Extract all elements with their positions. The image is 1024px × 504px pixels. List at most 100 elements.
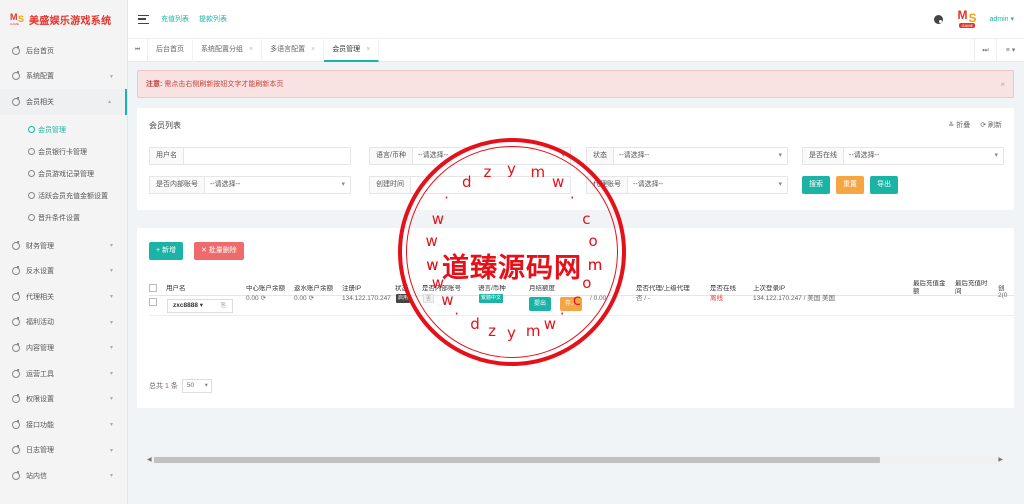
created-time-input[interactable] — [411, 177, 570, 193]
select-value[interactable]: --请选择-- — [628, 177, 787, 193]
username-field[interactable]: 用户名 — [149, 147, 351, 165]
chevron-down-icon: ▾ — [109, 473, 113, 480]
sidebar-item-permissions[interactable]: 权限设置 ▾ — [0, 386, 127, 412]
sidebar-item-label: 代理相关 — [26, 293, 54, 301]
scroll-left-icon[interactable]: ◀ — [147, 456, 152, 464]
tab-scroll-right-icon[interactable]: ⏭ — [974, 39, 996, 63]
sidebar-item-label: 会员相关 — [26, 98, 54, 106]
created-time-field[interactable]: 创建时间 — [369, 176, 571, 194]
sidebar: M S GAME 美盛娱乐游戏系统 后台首页 系统配置 ▾ 会员相关 ▾ 会员管理 … — [0, 0, 128, 504]
online-select[interactable]: 是否在线 --请选择-- — [802, 147, 1004, 165]
sidebar-item-ops-tools[interactable]: 运营工具 ▾ — [0, 361, 127, 387]
select-all-checkbox[interactable] — [149, 284, 157, 292]
brand-logo[interactable]: M S GAME 美盛娱乐游戏系统 — [0, 0, 127, 38]
scroll-right-icon[interactable]: ▶ — [998, 456, 1003, 464]
limit-out-button[interactable]: 提出 — [529, 297, 552, 311]
refresh-button[interactable]: ⟳ 刷新 — [980, 122, 1002, 129]
language-currency-select[interactable]: 语言/币种 --请选择-- — [369, 147, 571, 165]
submenu-bank-cards[interactable]: 会员银行卡管理 — [0, 141, 127, 163]
batch-delete-button[interactable]: ✕ 批量删除 — [194, 242, 244, 260]
refresh-icon[interactable]: ⟳ — [260, 295, 265, 302]
page-size-select[interactable]: 50 — [181, 379, 212, 393]
palette-icon[interactable] — [934, 14, 944, 24]
last-login-ip: 134.122.170.247 / 美国 美国 — [753, 295, 836, 302]
chevron-down-icon: ▾ — [109, 242, 113, 249]
total-prefix: 总共 — [149, 383, 163, 390]
submenu-active-deposit-settings[interactable]: 活跃会员充值金额设置 — [0, 185, 127, 207]
reset-button[interactable]: 重置 — [836, 176, 864, 194]
close-icon[interactable]: × — [249, 46, 253, 53]
scrollbar-thumb[interactable] — [154, 457, 880, 463]
export-button[interactable]: 导出 — [870, 176, 898, 194]
menu-toggle-icon[interactable] — [138, 14, 149, 24]
tab-menu-icon[interactable]: ≡ ▾ — [996, 39, 1024, 63]
sidebar-item-members[interactable]: 会员相关 ▾ — [0, 89, 127, 115]
add-button[interactable]: + 新增 — [149, 242, 184, 260]
avatar[interactable]: M S GAME — [957, 8, 983, 30]
copy-icon[interactable]: ⎘ — [221, 300, 226, 312]
tab-system-config-group[interactable]: 系统配置分组 × — [193, 38, 263, 62]
sidebar-item-logs[interactable]: 日志管理 ▾ — [0, 438, 127, 464]
field-label: 是否内部账号 — [150, 177, 205, 193]
sidebar-item-finance[interactable]: 财务管理 ▾ — [0, 233, 127, 259]
select-value[interactable]: --请选择-- — [413, 148, 570, 164]
select-value[interactable]: --请选择-- — [844, 148, 1003, 164]
status-select[interactable]: 状态 --请选择-- — [586, 147, 788, 165]
submenu-member-management[interactable]: 会员管理 — [0, 119, 127, 141]
close-icon[interactable]: × — [366, 46, 370, 53]
menu-icon — [12, 419, 20, 429]
refresh-icon[interactable]: ⟳ — [308, 295, 313, 302]
fold-button[interactable]: ≚ 折叠 — [948, 122, 970, 129]
status-toggle[interactable]: 启用 — [396, 294, 411, 303]
member-table-panel: + 新增 ✕ 批量删除 用户名 中心账户余额 返水账户余额 注册IP 状态 是否… — [137, 228, 1014, 408]
tab-scroll-left-icon[interactable]: ⏮ — [128, 38, 148, 62]
sidebar-item-content[interactable]: 内容管理 ▾ — [0, 335, 127, 361]
chevron-down-icon: ▾ — [109, 73, 113, 80]
close-icon[interactable]: × — [311, 46, 315, 53]
sidebar-item-home[interactable]: 后台首页 — [0, 38, 127, 64]
pagination: 总共 1 条 50 — [149, 379, 212, 393]
agent-account-select[interactable]: 代理账号 --请选择-- — [586, 176, 788, 194]
limit-in-button[interactable]: 存入 — [560, 297, 583, 311]
sidebar-item-agents[interactable]: 代理相关 ▾ — [0, 284, 127, 310]
username-input[interactable] — [184, 148, 350, 164]
submenu-icon — [28, 148, 35, 156]
alert-text: 需点击右侧刷新按钮文字才能刷新本页 — [164, 81, 284, 88]
field-label: 语言/币种 — [370, 148, 413, 164]
tab-multilang-config[interactable]: 多语言配置 × — [262, 38, 325, 62]
sidebar-item-api[interactable]: 接口功能 ▾ — [0, 412, 127, 438]
tab-home[interactable]: 后台首页 — [148, 38, 193, 62]
watermark-char: c — [582, 209, 591, 228]
notice-alert: 注意: 需点击右侧刷新按钮文字才能刷新本页 × — [137, 70, 1014, 98]
username-dropdown[interactable]: zxc8888 ▾ ⎘ — [167, 299, 233, 313]
sidebar-item-promotions[interactable]: 福利活动 ▾ — [0, 310, 127, 336]
header-link-withdrawals[interactable]: 提款列表 — [199, 14, 227, 24]
select-value[interactable]: --请选择-- — [614, 148, 787, 164]
submenu-game-records[interactable]: 会员游戏记录管理 — [0, 163, 127, 185]
field-label: 是否在线 — [803, 148, 844, 164]
internal-toggle[interactable]: 否 — [423, 294, 435, 303]
row-checkbox[interactable] — [149, 298, 157, 306]
close-icon[interactable]: × — [1000, 80, 1005, 89]
panel-tools: ≚ 折叠 ⟳ 刷新 — [940, 120, 1002, 130]
horizontal-scrollbar[interactable]: ◀ ▶ — [146, 456, 1004, 464]
search-button[interactable]: 搜索 — [802, 176, 830, 194]
menu-icon — [12, 368, 20, 378]
username-value: zxc8888 ▾ — [173, 302, 204, 309]
submenu-label: 会员管理 — [38, 126, 66, 134]
sidebar-item-label: 财务管理 — [26, 242, 54, 250]
submenu-icon — [28, 170, 35, 178]
user-menu[interactable]: admin ▾ — [989, 15, 1014, 23]
header-link-deposits[interactable]: 充值列表 — [161, 14, 189, 24]
menu-icon — [12, 240, 20, 250]
sidebar-item-messages[interactable]: 站内信 ▾ — [0, 463, 127, 489]
center-balance-value: 0.00 — [246, 295, 259, 302]
select-value[interactable]: --请选择-- — [205, 177, 350, 193]
internal-account-select[interactable]: 是否内部账号 --请选择-- — [149, 176, 351, 194]
submenu-promotion-conditions[interactable]: 晋升条件设置 — [0, 207, 127, 229]
sidebar-item-system-config[interactable]: 系统配置 ▾ — [0, 64, 127, 90]
table-row: zxc8888 ▾ ⎘ 0.00 ⟳ 0.00 ⟳ 134.122.170.24… — [149, 292, 1014, 316]
column-header: 最后充值时间 — [955, 280, 988, 295]
tab-member-management[interactable]: 会员管理 × — [324, 38, 380, 62]
sidebar-item-rebate[interactable]: 反水设置 ▾ — [0, 258, 127, 284]
